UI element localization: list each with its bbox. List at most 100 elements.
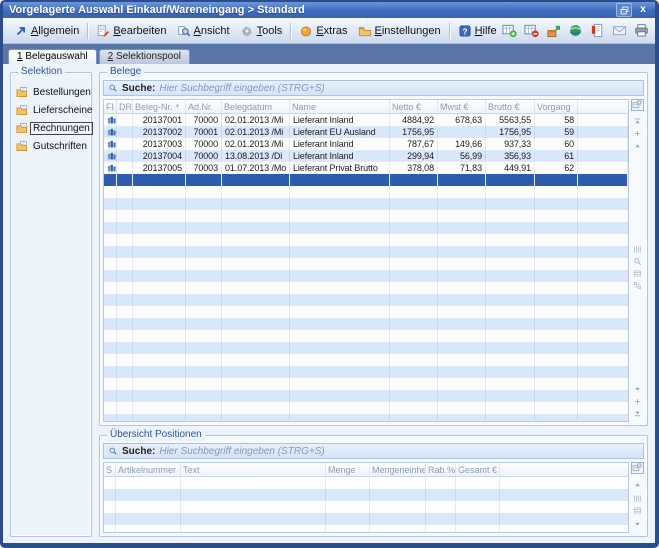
scroll-up-button[interactable] <box>633 139 642 151</box>
column-header-netto[interactable]: Netto € <box>390 100 438 113</box>
table-delete-button[interactable] <box>524 23 539 38</box>
column-gridline <box>389 186 390 421</box>
column-header-mwst[interactable]: Mwst € <box>438 100 486 113</box>
cell-brutto: 937,33 <box>486 138 535 150</box>
menu-item-einstellungen[interactable]: Einstellungen <box>353 22 446 40</box>
menu-item-label: Tools <box>257 25 283 37</box>
cell-fi <box>104 114 117 126</box>
close-window-button[interactable]: x <box>637 4 649 16</box>
belege-legend: Belege <box>107 66 144 78</box>
columns-button[interactable] <box>633 243 642 255</box>
cell-mwst: 149,66 <box>438 138 486 150</box>
cell-beleg-nr: 20137001 <box>133 114 186 126</box>
column-header-label: Vorgang <box>537 102 571 112</box>
menu-item-ansicht[interactable]: Ansicht <box>172 22 235 40</box>
nav-arrow-icon <box>14 24 28 38</box>
column-header-vorgang[interactable]: Vorgang <box>535 100 578 113</box>
selected-row[interactable] <box>104 174 628 186</box>
belege-empty-rows <box>104 186 628 421</box>
column-header-label: Ad.Nr. <box>188 102 213 112</box>
zoom-button[interactable] <box>633 255 642 267</box>
tab-2-selektionspool[interactable]: 2 Selektionspool <box>99 49 190 64</box>
cell-name: Lieferant Privat Brutto <box>290 162 390 174</box>
column-header-gesamt[interactable]: Gesamt € <box>456 463 500 476</box>
scroll-down-button[interactable] <box>633 518 642 530</box>
export-box-button[interactable] <box>546 23 561 38</box>
selected-cell <box>438 174 486 186</box>
sidebar-item-bestellungen[interactable]: Bestellungen <box>11 83 91 101</box>
cell-brutto: 449,91 <box>486 162 535 174</box>
columns-button[interactable] <box>633 492 642 504</box>
column-header-belegdatum[interactable]: Belegdatum <box>222 100 290 113</box>
column-header-name[interactable]: Name <box>290 100 390 113</box>
sidebar-item-lieferscheine[interactable]: Lieferscheine <box>11 101 91 119</box>
table-edit-button[interactable] <box>631 99 644 111</box>
column-header-s[interactable]: S <box>104 463 116 476</box>
rows-button[interactable] <box>633 267 642 279</box>
scroll-page-down-button[interactable] <box>633 395 642 407</box>
column-header-label: Artikelnummer <box>118 465 176 475</box>
rows-button[interactable] <box>633 504 642 516</box>
document-flag-button[interactable] <box>590 23 605 38</box>
column-header-mengeneinheit[interactable]: Mengeneinheit <box>370 463 426 476</box>
column-header-artikelnummer[interactable]: Artikelnummer <box>116 463 181 476</box>
scroll-up-icon <box>633 141 642 150</box>
table-row[interactable]: 201370057000301.07.2013 /MoLieferant Pri… <box>104 162 628 174</box>
menu-item-label: Bearbeiten <box>113 25 166 37</box>
tab-1-belegauswahl[interactable]: 1 Belegauswahl <box>8 49 97 64</box>
table-row[interactable]: 201370037000002.01.2013 /MiLieferant Inl… <box>104 138 628 150</box>
column-header-rab[interactable]: Rab.% <box>426 463 456 476</box>
menu-item-bearbeiten[interactable]: Bearbeiten <box>91 22 171 40</box>
column-header-text[interactable]: Text <box>181 463 326 476</box>
menu-separator <box>290 23 291 39</box>
table-row[interactable]: 201370027000102.01.2013 /MiLieferant EU … <box>104 126 628 138</box>
column-header-label: Netto € <box>392 102 421 112</box>
mail-button[interactable] <box>612 23 627 38</box>
sidebar-item-rechnungen[interactable]: Rechnungen <box>11 119 91 137</box>
sidebar-item-gutschriften[interactable]: Gutschriften <box>11 137 91 155</box>
export-box-icon <box>546 23 561 38</box>
table-edit-button[interactable] <box>631 462 644 474</box>
table-add-button[interactable] <box>502 23 517 38</box>
new-page-button[interactable] <box>656 23 659 38</box>
selected-cell <box>578 174 628 186</box>
scroll-up-button[interactable] <box>633 478 642 490</box>
column-header-beleg-nr[interactable]: Beleg-Nr.▼ <box>133 100 186 113</box>
right-column: Belege Suche: Hier Suchbegriff eingeben … <box>99 72 648 537</box>
scroll-last-button[interactable] <box>633 407 642 419</box>
positionen-legend: Übersicht Positionen <box>107 429 205 441</box>
column-header-brutto[interactable]: Brutto € <box>486 100 535 113</box>
split-view-button[interactable] <box>633 279 642 291</box>
positionen-search-box[interactable]: Suche: Hier Suchbegriff eingeben (STRG+S… <box>103 443 644 459</box>
scroll-page-up-button[interactable] <box>633 127 642 139</box>
table-row[interactable]: 201370017000002.01.2013 /MiLieferant Inl… <box>104 114 628 126</box>
printer-button[interactable] <box>634 23 649 38</box>
column-gridline <box>132 186 133 421</box>
table-row[interactable]: 201370047000013.08.2013 /DiLieferant Inl… <box>104 150 628 162</box>
cell-netto: 299,94 <box>390 150 438 162</box>
menu-item-tools[interactable]: Tools <box>235 22 288 40</box>
column-gridline <box>289 186 290 421</box>
menu-item-hilfe[interactable]: ?Hilfe <box>453 22 502 40</box>
menu-item-allgemein[interactable]: Allgemein <box>9 22 84 40</box>
rows-icon <box>633 506 642 515</box>
cell-name: Lieferant Inland <box>290 138 390 150</box>
cell-mwst <box>438 126 486 138</box>
menu-item-extras[interactable]: Extras <box>294 22 352 40</box>
menubar: Allgemein Bearbeiten Ansicht Tools ExtrasEin… <box>3 18 655 44</box>
scroll-first-button[interactable] <box>633 115 642 127</box>
cell-ad-nr: 70000 <box>186 114 222 126</box>
restore-icon <box>619 5 630 16</box>
belege-search-box[interactable]: Suche: Hier Suchbegriff eingeben (STRG+S… <box>103 80 644 96</box>
fi-invoice-icon <box>107 151 117 161</box>
restore-window-button[interactable] <box>616 3 632 17</box>
positionen-empty-rows <box>104 477 628 532</box>
column-header-fi[interactable]: FI <box>104 100 117 113</box>
column-header-dr[interactable]: DR <box>117 100 133 113</box>
globe-button[interactable] <box>568 23 583 38</box>
column-header-menge[interactable]: Menge <box>326 463 370 476</box>
scroll-down-button[interactable] <box>633 383 642 395</box>
cell-fi <box>104 150 117 162</box>
column-header-ad-nr[interactable]: Ad.Nr. <box>186 100 222 113</box>
zoom-icon <box>633 257 642 266</box>
